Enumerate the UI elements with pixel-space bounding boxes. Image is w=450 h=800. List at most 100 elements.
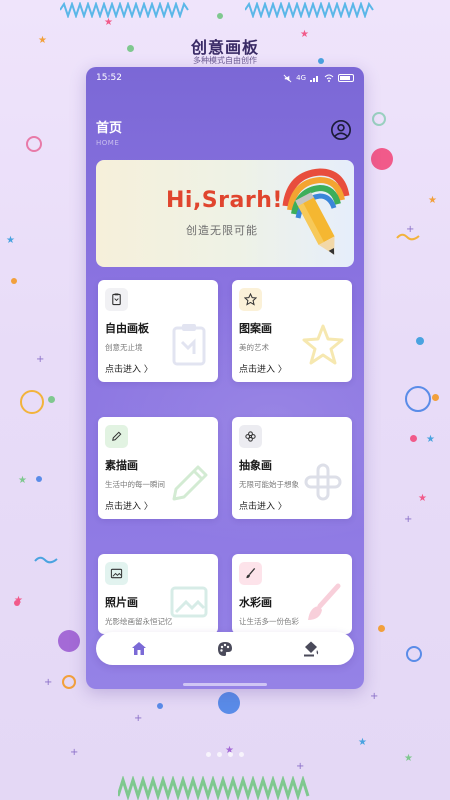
page-subtitle: HOME: [96, 139, 120, 147]
pencil-icon: [105, 425, 128, 448]
tab-home[interactable]: [119, 637, 159, 661]
star-decoration: ★: [418, 493, 427, 504]
card-free-draw[interactable]: 自由画板 创意无止境 点击进入 〉: [98, 280, 218, 382]
page-dot: [206, 752, 211, 757]
page-title: 首页: [96, 121, 123, 136]
card-photo[interactable]: 照片画 光影绘画留永恒记忆: [98, 554, 218, 634]
zigzag-decoration-top-right: [245, 2, 374, 18]
card-desc: 无限可能始于想象: [239, 480, 299, 489]
home-indicator: [183, 683, 267, 686]
ring-decoration: [372, 112, 386, 126]
status-time: 15:52: [96, 73, 122, 83]
card-title: 水彩画: [239, 596, 272, 609]
signal-icon: [310, 76, 318, 82]
star-decoration: ★: [18, 475, 27, 486]
ring-decoration: [405, 386, 431, 412]
dot-decoration: [217, 13, 223, 19]
status-bar: 15:52 4G: [86, 67, 364, 89]
enter-link[interactable]: 点击进入 〉: [239, 362, 287, 375]
canvas-icon: [105, 288, 128, 311]
squiggle-decoration: [34, 556, 58, 564]
plus-decoration: +: [296, 761, 305, 772]
dot-decoration: [36, 476, 42, 482]
plus-decoration: +: [36, 354, 45, 365]
poster-subtitle: 多种模式自由创作: [193, 56, 257, 65]
star-decoration: ★: [6, 235, 15, 246]
canvas-watermark-icon: [172, 324, 206, 366]
pencil-illustration-icon: [282, 168, 350, 255]
star-decoration: ★: [104, 17, 113, 28]
status-icons: 4G: [283, 74, 354, 83]
page-dot: [217, 752, 222, 757]
card-title: 图案画: [239, 322, 272, 335]
card-title: 素描画: [105, 459, 138, 472]
plus-decoration: +: [44, 677, 53, 688]
dot-decoration: [48, 396, 55, 403]
dot-decoration: [432, 394, 439, 401]
phone-screen: 15:52 4G 首页 HOME Hi,Srarh! 创造无限可能 自由画板 创…: [86, 67, 364, 689]
zigzag-decoration-top-left: [60, 2, 189, 18]
enter-link[interactable]: 点击进入 〉: [239, 499, 287, 512]
page-indicator: [0, 752, 450, 757]
star-decoration: ★: [358, 737, 367, 748]
wifi-icon: [324, 74, 334, 82]
tab-palette[interactable]: [205, 637, 245, 661]
banner-tagline: 创造无限可能: [186, 224, 258, 237]
card-pattern[interactable]: 图案画 美的艺术 点击进入 〉: [232, 280, 352, 382]
enter-link[interactable]: 点击进入 〉: [105, 362, 153, 375]
card-sketch[interactable]: 素描画 生活中的每一瞬间 点击进入 〉: [98, 417, 218, 519]
tab-paint-bucket[interactable]: [291, 637, 331, 661]
picture-icon: [105, 562, 128, 585]
star-watermark-icon: [302, 324, 344, 365]
zigzag-decoration-bottom: [118, 776, 310, 800]
page-dot: [239, 752, 244, 757]
battery-icon: [338, 74, 354, 82]
network-label: 4G: [296, 74, 306, 82]
card-desc: 光影绘画留永恒记忆: [105, 617, 173, 626]
card-abstract[interactable]: 抽象画 无限可能始于想象 点击进入 〉: [232, 417, 352, 519]
bottom-tab-bar: [96, 632, 354, 665]
enter-link[interactable]: 点击进入 〉: [105, 499, 153, 512]
pink-dot-decoration: [371, 148, 393, 170]
page-dot: [228, 752, 233, 757]
user-circle-icon[interactable]: [330, 119, 352, 141]
plus-decoration: +: [404, 514, 413, 525]
card-title: 自由画板: [105, 322, 149, 335]
brush-watermark-icon: [308, 583, 341, 620]
ring-decoration: [62, 675, 76, 689]
pencil-watermark-icon: [172, 465, 208, 501]
dot-decoration: [378, 625, 385, 632]
card-desc: 美的艺术: [239, 343, 269, 352]
plus-decoration: +: [134, 713, 143, 724]
dot-decoration: [416, 337, 424, 345]
card-watercolor[interactable]: 水彩画 让生活多一份色彩: [232, 554, 352, 634]
dot-decoration: [157, 703, 163, 709]
squiggle-decoration: [396, 233, 420, 241]
palette-icon: [218, 641, 232, 656]
dot-decoration: [11, 278, 17, 284]
page-header: 首页 HOME: [96, 117, 354, 157]
banner-greeting: Hi,Srarh!: [166, 188, 283, 213]
welcome-banner[interactable]: Hi,Srarh! 创造无限可能: [96, 160, 354, 267]
brush-icon: [239, 562, 262, 585]
paint-bucket-icon: [304, 641, 319, 656]
ring-decoration: [406, 646, 422, 662]
abstract-shape-icon: [239, 425, 262, 448]
star-decoration: ★: [14, 595, 23, 606]
dot-decoration: [410, 435, 417, 442]
home-icon: [132, 642, 146, 655]
blue-dot-decoration: [218, 692, 240, 714]
plus-decoration: +: [370, 691, 379, 702]
card-desc: 生活中的每一瞬间: [105, 480, 165, 489]
star-icon: [239, 288, 262, 311]
mute-icon: [283, 74, 292, 82]
ring-decoration: [20, 390, 44, 414]
star-decoration: ★: [428, 195, 437, 206]
star-decoration: ★: [426, 434, 435, 445]
card-desc: 创意无止境: [105, 343, 143, 352]
ring-decoration: [26, 136, 42, 152]
purple-dot-decoration: [58, 630, 80, 652]
card-title: 照片画: [105, 596, 138, 609]
abstract-watermark-icon: [304, 463, 342, 501]
card-desc: 让生活多一份色彩: [239, 617, 299, 626]
